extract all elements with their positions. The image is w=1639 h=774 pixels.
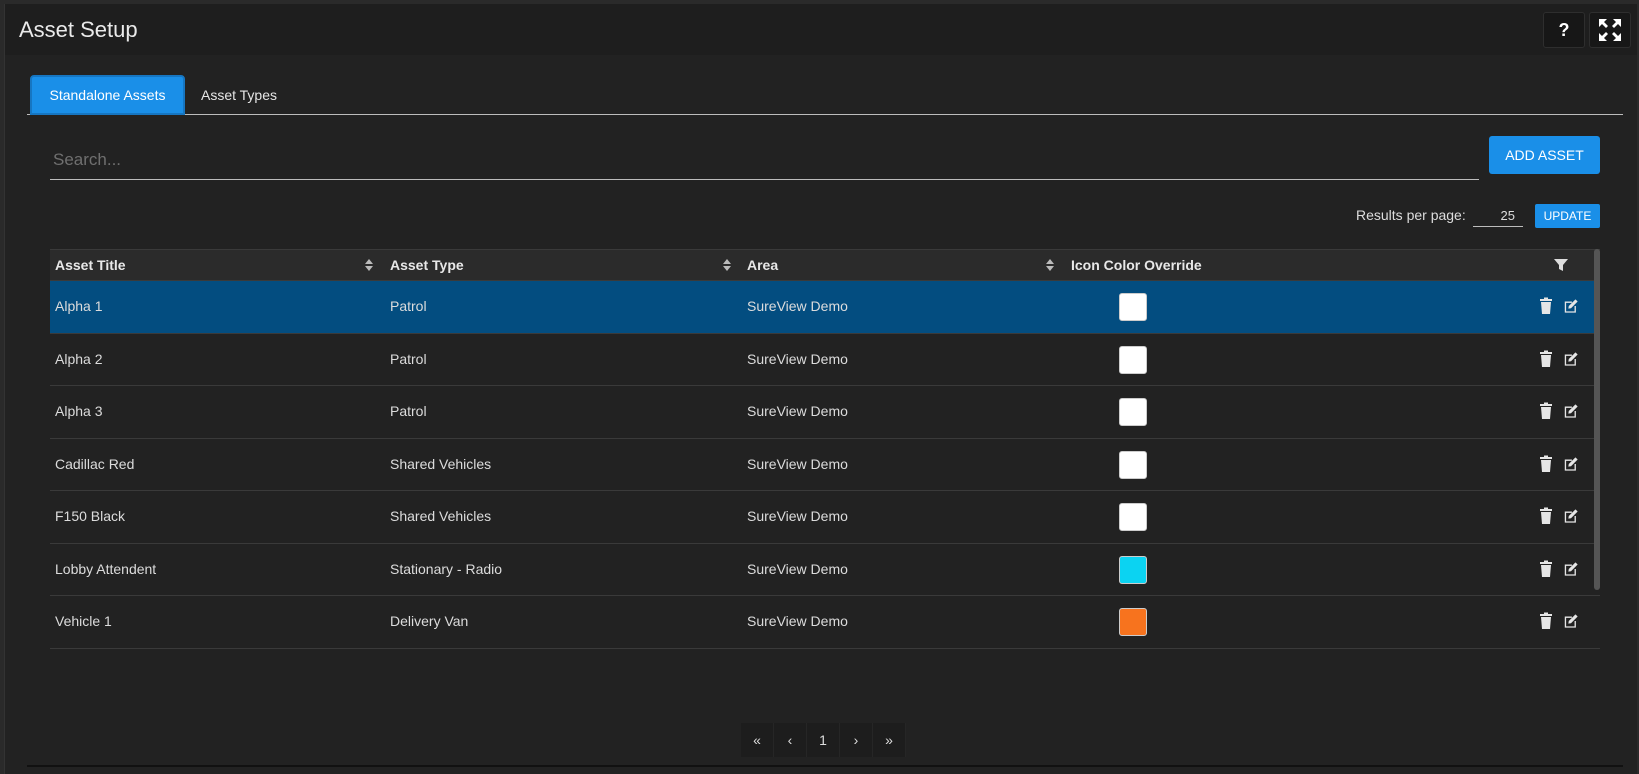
edit-icon[interactable] [1563, 297, 1579, 315]
edit-icon[interactable] [1563, 455, 1579, 473]
header-asset-type[interactable]: Asset Type [390, 257, 464, 273]
cell-asset-type: Shared Vehicles [390, 508, 492, 524]
cell-area: SureView Demo [747, 508, 848, 524]
sort-icon[interactable] [365, 259, 373, 273]
table-scrollbar[interactable] [1594, 249, 1600, 590]
cell-asset-title: F150 Black [55, 508, 126, 524]
prev-page-button[interactable]: ‹ [774, 723, 807, 757]
edit-icon[interactable] [1563, 402, 1579, 420]
filter-icon[interactable] [1553, 257, 1569, 273]
color-swatch[interactable] [1119, 293, 1147, 321]
update-button[interactable]: UPDATE [1535, 204, 1600, 228]
search-input[interactable] [50, 140, 1479, 180]
cell-asset-type: Patrol [390, 350, 427, 367]
cell-area: SureView Demo [747, 455, 848, 472]
cell-asset-title: Alpha 2 [55, 350, 103, 367]
cell-asset-type: Patrol [390, 403, 427, 419]
table-header: Asset Title Asset Type Area Icon Color O… [50, 249, 1600, 281]
page-title: Asset Setup [19, 17, 138, 42]
last-page-button[interactable]: » [873, 723, 906, 757]
table-row[interactable]: Alpha 2 Patrol SureView Demo [50, 334, 1600, 386]
trash-icon[interactable] [1538, 455, 1554, 473]
next-page-button[interactable]: › [840, 723, 873, 757]
page-number-button[interactable]: 1 [807, 723, 840, 757]
trash-icon[interactable] [1538, 297, 1554, 315]
content-area: Standalone Assets Asset Types ADD ASSET … [5, 55, 1637, 774]
trash-icon[interactable] [1538, 507, 1554, 525]
table-row[interactable]: Lobby Attendent Stationary - Radio SureVie… [50, 544, 1600, 596]
cell-asset-type: Delivery Van [390, 613, 469, 629]
trash-icon[interactable] [1538, 402, 1554, 420]
color-swatch[interactable] [1119, 345, 1147, 374]
color-swatch[interactable] [1119, 450, 1147, 479]
tab-asset-types[interactable]: Asset Types [189, 75, 289, 115]
edit-icon[interactable] [1563, 560, 1579, 578]
asset-setup-window: Asset Setup ? Standalone Assets Asset Ty… [4, 4, 1637, 774]
color-swatch[interactable] [1119, 555, 1147, 584]
cell-asset-title: Vehicle 1 [55, 613, 112, 629]
cell-asset-type: Shared Vehicles [390, 455, 492, 472]
results-per-page-input[interactable] [1473, 205, 1523, 227]
sort-icon[interactable] [723, 259, 731, 273]
table-row[interactable]: Vehicle 1 Delivery Van SureView Demo [50, 596, 1600, 649]
cell-asset-title: Lobby Attendent [55, 560, 157, 577]
edit-icon[interactable] [1563, 507, 1579, 525]
table-row[interactable]: Alpha 3 Patrol SureView Demo [50, 386, 1600, 439]
edit-icon[interactable] [1563, 350, 1579, 368]
cell-asset-title: Cadillac Red [55, 455, 135, 472]
table-row[interactable]: F150 Black Shared Vehicles SureView Demo [50, 491, 1600, 544]
cell-asset-title: Alpha 3 [55, 403, 103, 419]
cell-area: SureView Demo [747, 350, 848, 367]
results-per-page-label: Results per page: [1356, 207, 1466, 223]
tab-standalone-assets[interactable]: Standalone Assets [30, 75, 185, 115]
color-swatch[interactable] [1119, 503, 1147, 531]
cell-area: SureView Demo [747, 560, 848, 577]
header-icon-color-override: Icon Color Override [1071, 257, 1202, 273]
table-body: Alpha 1 Patrol SureView Demo Alpha 2 Patrol S… [50, 281, 1600, 649]
cell-asset-type: Stationary - Radio [390, 560, 503, 577]
trash-icon[interactable] [1538, 350, 1554, 368]
header-area[interactable]: Area [747, 257, 778, 273]
cell-area: SureView Demo [747, 613, 848, 629]
table-row[interactable]: Alpha 1 Patrol SureView Demo [50, 281, 1600, 334]
trash-icon[interactable] [1538, 612, 1554, 630]
add-asset-button[interactable]: ADD ASSET [1489, 136, 1600, 174]
table-row[interactable]: Cadillac Red Shared Vehicles SureView Demo [50, 439, 1600, 491]
edit-icon[interactable] [1563, 612, 1579, 630]
help-button[interactable]: ? [1543, 12, 1585, 48]
color-swatch[interactable] [1119, 398, 1147, 426]
title-bar: Asset Setup ? [5, 4, 1637, 55]
header-asset-title[interactable]: Asset Title [55, 257, 126, 273]
pagination: « ‹ 1 › » [741, 723, 906, 757]
assets-table: Asset Title Asset Type Area Icon Color O… [50, 249, 1600, 649]
cell-asset-type: Patrol [390, 298, 427, 314]
first-page-button[interactable]: « [741, 723, 774, 757]
tab-bar: Standalone Assets Asset Types [27, 75, 1623, 115]
trash-icon[interactable] [1538, 560, 1554, 578]
color-swatch[interactable] [1119, 608, 1147, 636]
cell-asset-title: Alpha 1 [55, 298, 103, 314]
divider [27, 765, 1623, 767]
fullscreen-icon [1599, 19, 1621, 41]
cell-area: SureView Demo [747, 403, 848, 419]
cell-area: SureView Demo [747, 298, 848, 314]
sort-icon[interactable] [1046, 259, 1054, 273]
fullscreen-button[interactable] [1589, 12, 1631, 48]
